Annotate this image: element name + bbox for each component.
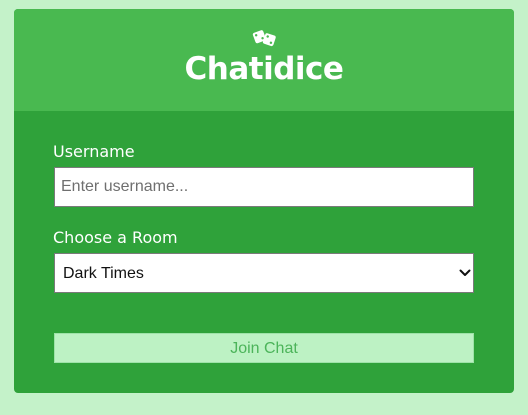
username-label: Username [53,142,135,161]
room-select-value: Dark Times [63,265,144,282]
username-input[interactable] [54,167,474,207]
app-title: Chatidice [184,51,344,87]
join-form: Username Choose a Room Dark Times Join C… [14,111,514,393]
join-chat-button[interactable]: Join Chat [54,333,474,363]
app-header: Chatidice [14,9,514,111]
chevron-down-icon [459,269,471,276]
dice-icon [252,30,276,47]
login-card: Chatidice Username Choose a Room Dark Ti… [14,9,514,393]
room-label: Choose a Room [53,228,178,247]
room-select[interactable]: Dark Times [54,253,474,293]
